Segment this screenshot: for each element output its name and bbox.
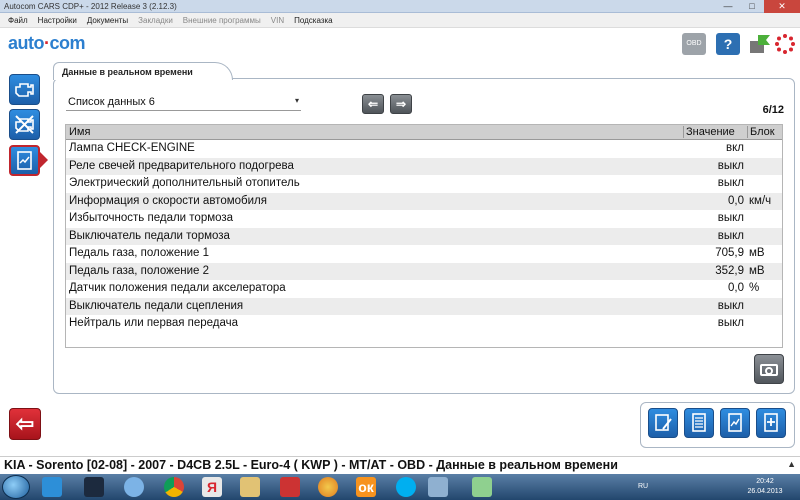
- app-header: auto·com OBD ?: [0, 28, 800, 62]
- itunes-icon[interactable]: [124, 477, 144, 497]
- row-name: Информация о скорости автомобиля: [69, 194, 267, 207]
- help-icon[interactable]: ?: [716, 33, 740, 55]
- row-unit: км/ч: [749, 194, 772, 207]
- windows-taskbar: Я ок RU 20:42 26.04.2013: [0, 474, 800, 500]
- menu-settings[interactable]: Настройки: [38, 16, 77, 25]
- explorer-icon[interactable]: [240, 477, 260, 497]
- print-icon[interactable]: [756, 408, 786, 438]
- row-name: Лампа CHECK-ENGINE: [69, 142, 195, 154]
- table-row[interactable]: Нейтраль или первая передача выкл: [66, 315, 782, 333]
- live-data-table: Имя Значение Блок Лампа CHECK-ENGINE вкл Р…: [65, 124, 783, 348]
- row-name: Избыточность педали тормоза: [69, 212, 234, 224]
- close-button[interactable]: ✕: [764, 0, 800, 13]
- data-list-select-value: Список данных 6: [68, 96, 155, 108]
- column-header-name[interactable]: Имя: [69, 126, 90, 138]
- list-icon[interactable]: [684, 408, 714, 438]
- row-name: Выключатель педали тормоза: [69, 229, 230, 242]
- skype-icon[interactable]: [396, 477, 416, 497]
- next-page-button[interactable]: ⇒: [390, 94, 412, 114]
- menu-external-programs[interactable]: Внешние программы: [183, 16, 261, 25]
- notes-icon[interactable]: [472, 477, 492, 497]
- row-name: Выключатель педали сцепления: [69, 299, 244, 312]
- cars-icon[interactable]: [280, 477, 300, 497]
- row-value: 705,9: [715, 247, 744, 259]
- car-icon[interactable]: [428, 477, 448, 497]
- spinner-icon: [774, 33, 798, 55]
- yandex-icon[interactable]: Я: [202, 477, 222, 497]
- no-engine-icon[interactable]: [9, 109, 40, 140]
- window-controls: — □ ✕: [716, 0, 800, 13]
- language-indicator[interactable]: RU: [638, 483, 648, 490]
- column-header-unit[interactable]: Блок: [747, 126, 782, 138]
- status-bar: KIA - Sorento [02-08] - 2007 - D4CB 2.5L…: [0, 456, 800, 474]
- active-indicator-arrow: [40, 152, 48, 168]
- chrome-icon[interactable]: [164, 477, 184, 497]
- row-name: Датчик положения педали акселератора: [69, 282, 286, 294]
- table-row[interactable]: Педаль газа, положение 1 705,9 мВ: [66, 245, 782, 263]
- row-unit: мВ: [749, 264, 765, 277]
- table-row[interactable]: Лампа CHECK-ENGINE вкл: [66, 140, 782, 158]
- table-row[interactable]: Выключатель педали сцепления выкл: [66, 297, 782, 315]
- chevron-up-icon[interactable]: ▲: [787, 459, 796, 469]
- media-icon[interactable]: [84, 477, 104, 497]
- table-row[interactable]: Избыточность педали тормоза выкл: [66, 210, 782, 228]
- ie-icon[interactable]: [42, 477, 62, 497]
- column-header-value[interactable]: Значение: [683, 126, 749, 138]
- row-name: Реле свечей предварительного подогрева: [69, 159, 294, 172]
- clock[interactable]: 20:42 26.04.2013: [740, 477, 790, 497]
- row-name: Нейтраль или первая передача: [69, 317, 239, 329]
- graph-icon[interactable]: [720, 408, 750, 438]
- tab-live-data[interactable]: Данные в реальном времени: [53, 62, 233, 80]
- menu-vin[interactable]: VIN: [271, 16, 284, 25]
- data-list-select[interactable]: Список данных 6 ▾: [66, 93, 301, 111]
- row-value: выкл: [717, 159, 744, 172]
- table-row[interactable]: Выключатель педали тормоза выкл: [66, 227, 782, 245]
- back-button[interactable]: ⇦: [9, 408, 41, 440]
- flag-icon[interactable]: [748, 33, 772, 55]
- table-row[interactable]: Электрический дополнительный отопитель вы…: [66, 175, 782, 193]
- menu-bookmarks[interactable]: Закладки: [138, 16, 173, 25]
- row-value: выкл: [717, 229, 744, 242]
- row-value: выкл: [717, 212, 744, 224]
- table-row[interactable]: Информация о скорости автомобиля 0,0 км/ч: [66, 192, 782, 210]
- start-button[interactable]: [2, 475, 30, 499]
- row-value: выкл: [717, 317, 744, 329]
- table-row[interactable]: Реле свечей предварительного подогрева вы…: [66, 157, 782, 175]
- odnoklassniki-icon[interactable]: ок: [356, 477, 376, 497]
- page-counter: 6/12: [762, 104, 784, 116]
- minimize-button[interactable]: —: [716, 0, 740, 13]
- chevron-down-icon: ▾: [294, 96, 299, 105]
- engine-icon[interactable]: [9, 74, 40, 105]
- menu-documents[interactable]: Документы: [87, 16, 128, 25]
- vehicle-info: KIA - Sorento [02-08] - 2007 - D4CB 2.5L…: [4, 458, 618, 472]
- row-name: Педаль газа, положение 1: [69, 247, 210, 259]
- table-row[interactable]: Датчик положения педали акселератора 0,0%: [66, 280, 782, 298]
- row-value: выкл: [717, 299, 744, 312]
- paint-icon[interactable]: [318, 477, 338, 497]
- window-title: Autocom CARS CDP+ - 2012 Release 3 (2.12…: [4, 2, 177, 11]
- edit-list-icon[interactable]: [648, 408, 678, 438]
- row-value: 352,9: [715, 264, 744, 277]
- table-header: Имя Значение Блок: [66, 125, 782, 140]
- menu-bar: Файл Настройки Документы Закладки Внешни…: [0, 13, 800, 28]
- obd-icon[interactable]: OBD: [682, 33, 706, 55]
- camera-icon[interactable]: [754, 354, 784, 384]
- row-value: выкл: [717, 177, 744, 189]
- table-row[interactable]: Педаль газа, положение 2 352,9 мВ: [66, 262, 782, 280]
- row-value: 0,0: [728, 194, 744, 207]
- window-title-bar: Autocom CARS CDP+ - 2012 Release 3 (2.12…: [0, 0, 800, 13]
- row-unit: %: [749, 282, 760, 294]
- autocom-logo: auto·com: [8, 33, 86, 53]
- row-value: вкл: [726, 142, 744, 154]
- row-name: Педаль газа, положение 2: [69, 264, 210, 277]
- menu-file[interactable]: Файл: [8, 16, 28, 25]
- menu-help[interactable]: Подсказка: [294, 16, 333, 25]
- maximize-button[interactable]: □: [740, 0, 764, 13]
- row-unit: мВ: [749, 247, 765, 259]
- row-name: Электрический дополнительный отопитель: [69, 177, 300, 189]
- prev-page-button[interactable]: ⇐: [362, 94, 384, 114]
- row-value: 0,0: [728, 282, 744, 294]
- live-data-icon[interactable]: [9, 145, 40, 176]
